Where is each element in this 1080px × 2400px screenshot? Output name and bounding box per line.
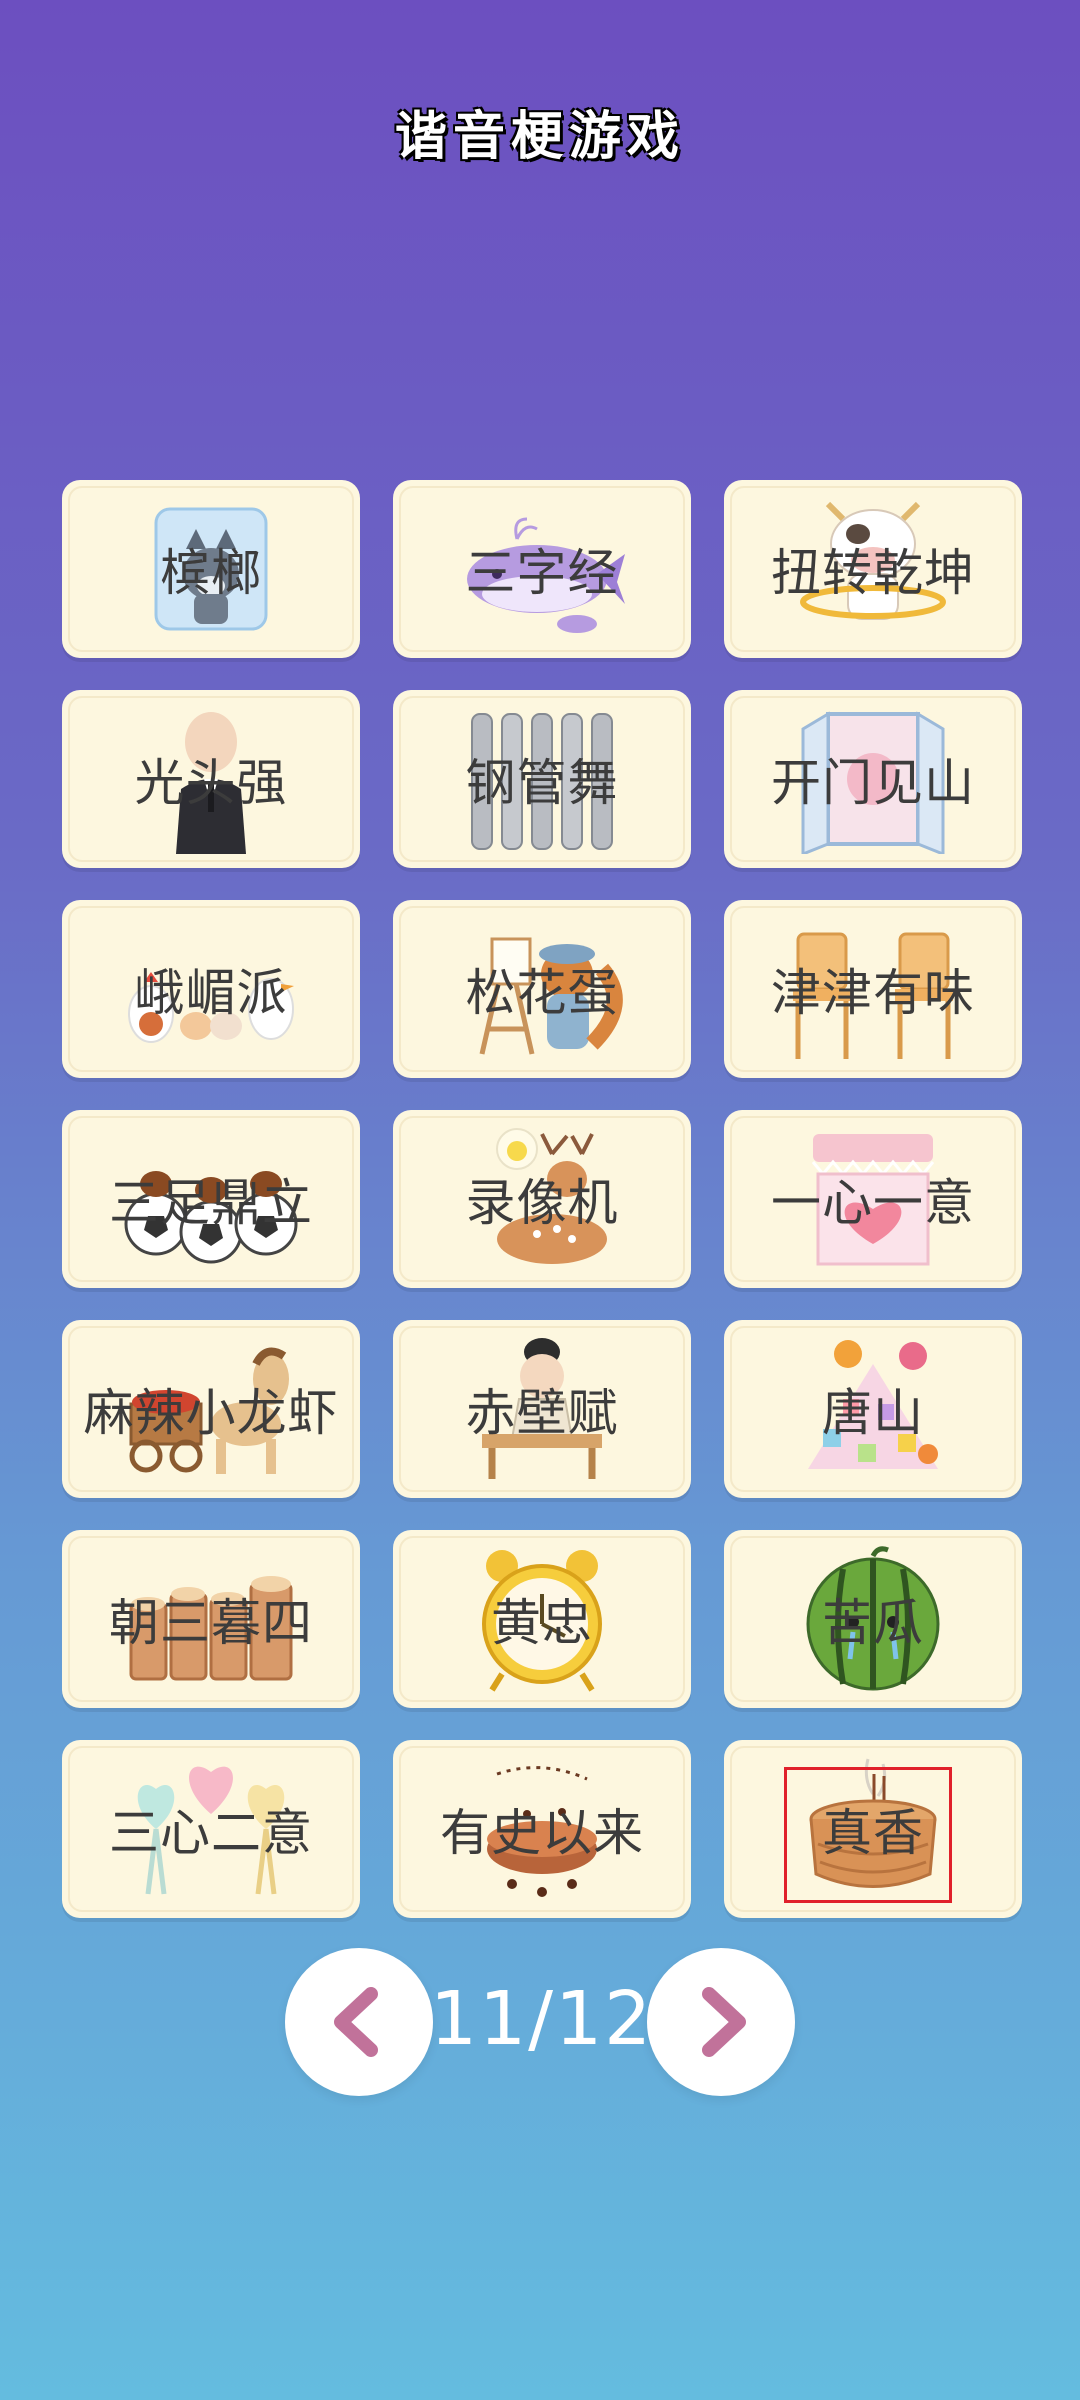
word-card-grid: 槟榔 三字经 扭转乾坤 光头强 钢管舞 开门见山 峨嵋派 松花蛋 津津有味 三足… xyxy=(62,480,1022,1918)
word-card[interactable]: 光头强 xyxy=(62,690,360,868)
word-card[interactable]: 朝三暮四 xyxy=(62,1530,360,1708)
word-card[interactable]: 一心一意 xyxy=(724,1110,1022,1288)
word-card[interactable]: 赤壁赋 xyxy=(393,1320,691,1498)
word-card[interactable]: 开门见山 xyxy=(724,690,1022,868)
card-label: 津津有味 xyxy=(771,964,975,1022)
card-label: 扭转乾坤 xyxy=(771,544,975,602)
card-label: 峨嵋派 xyxy=(134,964,288,1022)
word-card[interactable]: 黄忠 xyxy=(393,1530,691,1708)
word-card[interactable]: 松花蛋 xyxy=(393,900,691,1078)
word-card[interactable]: 苦瓜 xyxy=(724,1530,1022,1708)
card-label: 赤壁赋 xyxy=(465,1384,619,1442)
word-card[interactable]: 唐山 xyxy=(724,1320,1022,1498)
card-label: 三字经 xyxy=(465,544,619,602)
card-label: 槟榔 xyxy=(160,544,262,602)
card-label: 朝三暮四 xyxy=(109,1594,313,1652)
card-label: 有史以来 xyxy=(440,1804,644,1862)
prev-page-button[interactable] xyxy=(285,1948,433,2096)
word-card[interactable]: 麻辣小龙虾 xyxy=(62,1320,360,1498)
word-card[interactable]: 津津有味 xyxy=(724,900,1022,1078)
card-label: 钢管舞 xyxy=(465,754,619,812)
word-card-selected[interactable]: 真香 xyxy=(724,1740,1022,1918)
word-card[interactable]: 槟榔 xyxy=(62,480,360,658)
card-label: 黄忠 xyxy=(491,1594,593,1652)
page-title: 谐音梗游戏 xyxy=(394,106,685,167)
chevron-right-icon xyxy=(702,1987,746,2057)
card-label: 麻辣小龙虾 xyxy=(83,1384,339,1442)
card-label: 录像机 xyxy=(465,1174,619,1232)
page-indicator: 11/12 xyxy=(430,1976,654,2062)
card-label: 三足鼎立 xyxy=(109,1174,313,1232)
word-card[interactable]: 有史以来 xyxy=(393,1740,691,1918)
card-label: 光头强 xyxy=(134,754,288,812)
word-card[interactable]: 钢管舞 xyxy=(393,690,691,868)
word-card[interactable]: 录像机 xyxy=(393,1110,691,1288)
word-card[interactable]: 扭转乾坤 xyxy=(724,480,1022,658)
pagination: 11/12 xyxy=(0,1948,1080,2098)
card-label: 三心二意 xyxy=(109,1804,313,1862)
card-label: 苦瓜 xyxy=(822,1594,924,1652)
card-label: 松花蛋 xyxy=(465,964,619,1022)
card-label: 唐山 xyxy=(822,1384,924,1442)
chevron-left-icon xyxy=(334,1987,378,2057)
card-label: 一心一意 xyxy=(771,1174,975,1232)
card-label: 真香 xyxy=(822,1804,924,1862)
word-card[interactable]: 三心二意 xyxy=(62,1740,360,1918)
word-card[interactable]: 三足鼎立 xyxy=(62,1110,360,1288)
next-page-button[interactable] xyxy=(647,1948,795,2096)
word-card[interactable]: 峨嵋派 xyxy=(62,900,360,1078)
card-label: 开门见山 xyxy=(771,754,975,812)
word-card[interactable]: 三字经 xyxy=(393,480,691,658)
